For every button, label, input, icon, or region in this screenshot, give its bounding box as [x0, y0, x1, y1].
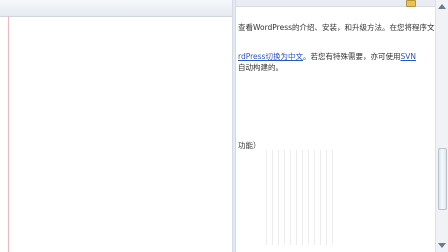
editor-toolbar [0, 0, 232, 17]
document-window: 查看WordPress的介绍、安装，和升级方法。在您将程序文 rdPress切换… [236, 0, 448, 252]
vertical-scrollbar[interactable] [435, 0, 448, 252]
doc-line-3-text: 自动构建的。 [238, 63, 283, 72]
doc-link-svn[interactable]: SVN [400, 52, 416, 61]
doc-line-1-text: 查看WordPress的介绍、安装，和升级方法。在您将程序文 [238, 23, 435, 32]
scroll-down-arrow-icon[interactable] [438, 243, 446, 248]
doc-line-4: 功能） [238, 140, 261, 151]
folder-icon[interactable] [406, 0, 416, 7]
doc-line-1: 查看WordPress的介绍、安装，和升级方法。在您将程序文 [238, 22, 435, 33]
doc-line-3: 自动构建的。 [238, 62, 283, 73]
doc-line-4-text: 功能） [238, 141, 261, 150]
editor-gutter-line [8, 16, 9, 252]
doc-line-2: rdPress切换为中文。若您有特殊需要，亦可使用SVN [238, 51, 416, 62]
doc-line-2-text: 。若您有特殊需要，亦可使用 [302, 52, 401, 61]
scroll-thumb[interactable] [438, 148, 447, 210]
screen: 查看WordPress的介绍、安装，和升级方法。在您将程序文 rdPress切换… [0, 0, 448, 252]
scroll-up-arrow-icon[interactable] [438, 4, 446, 9]
document-topbar [236, 0, 448, 7]
watermark [266, 150, 336, 245]
doc-link-chinese[interactable]: rdPress切换为中文 [238, 52, 303, 61]
editor-window [0, 0, 233, 252]
